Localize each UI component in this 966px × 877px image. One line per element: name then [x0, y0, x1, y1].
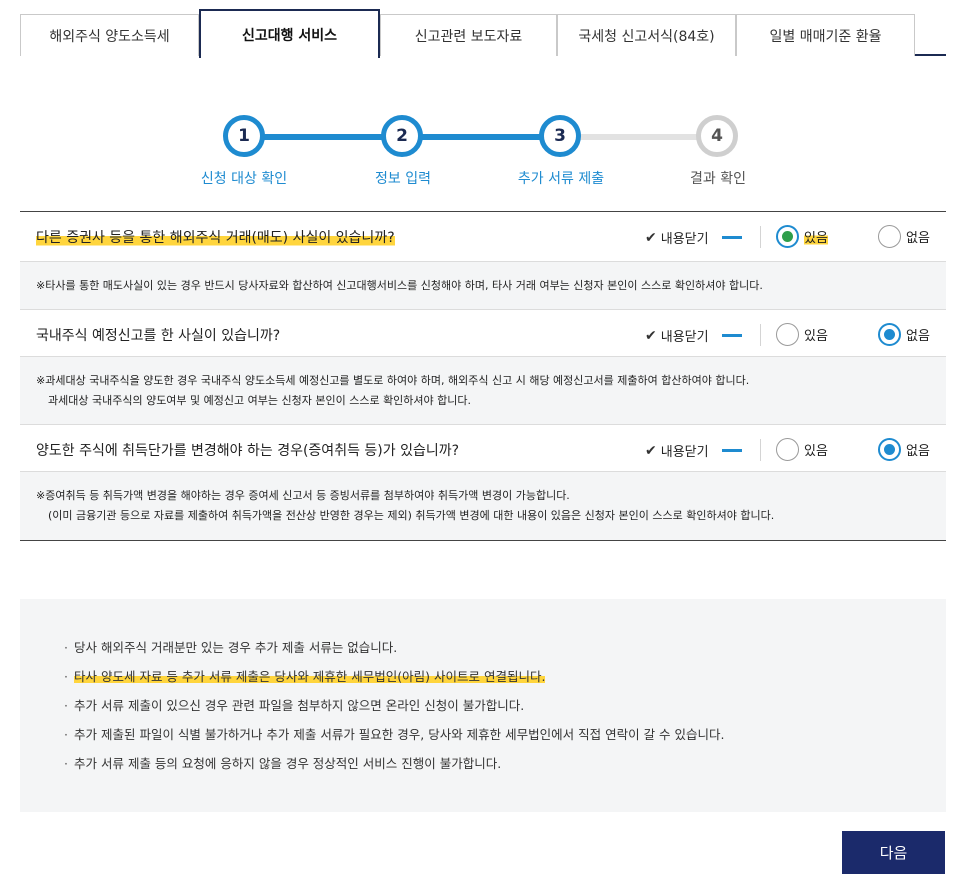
tab-exchange-rates[interactable]: 일별 매매기준 환율	[736, 14, 915, 56]
radio-label-no: 없음	[906, 329, 930, 344]
question-row: 다른 증권사 등을 통한 해외주식 거래(매도) 사실이 있습니까? ✔ 내용닫…	[20, 212, 946, 262]
content-close-toggle[interactable]: ✔ 내용닫기	[645, 228, 709, 248]
minus-icon[interactable]	[722, 334, 742, 337]
note-line: 과세대상 국내주식의 양도여부 및 예정신고 여부는 신청자 본인이 스스로 확…	[48, 394, 472, 407]
radio-no[interactable]: 없음	[878, 225, 930, 248]
step-1-circle: 1	[223, 115, 265, 157]
note-line: ※타사를 통한 매도사실이 있는 경우 반드시 당사자료와 합산하여 신고대행서…	[36, 279, 763, 292]
check-icon: ✔	[645, 442, 657, 459]
progress-stepper: 1 2 3 4 신청 대상 확인 정보 입력 추가 서류 제출 결과 확인	[0, 112, 966, 192]
step-2-label: 정보 입력	[375, 171, 431, 187]
info-item: · 당사 해외주식 거래분만 있는 경우 추가 제출 서류는 없습니다.	[64, 633, 946, 662]
info-text: 추가 서류 제출이 있으신 경우 관련 파일을 첨부하지 않으면 온라인 신청이…	[74, 698, 525, 713]
divider	[760, 226, 761, 248]
question-list: 다른 증권사 등을 통한 해외주식 거래(매도) 사실이 있습니까? ✔ 내용닫…	[20, 211, 946, 541]
question-text: 다른 증권사 등을 통한 해외주식 거래(매도) 사실이 있습니까?	[36, 227, 395, 247]
info-item: · 추가 제출된 파일이 식별 불가하거나 추가 제출 서류가 필요한 경우, 당…	[64, 720, 946, 749]
content-close-toggle[interactable]: ✔ 내용닫기	[645, 441, 709, 461]
divider	[760, 324, 761, 346]
tab-tax-forms[interactable]: 국세청 신고서식(84호)	[557, 14, 736, 56]
info-item: · 추가 서류 제출이 있으신 경우 관련 파일을 첨부하지 않으면 온라인 신청…	[64, 691, 946, 720]
step-3-circle: 3	[539, 115, 581, 157]
question-text: 국내주식 예정신고를 한 사실이 있습니까?	[36, 328, 281, 344]
radio-yes[interactable]: 있음	[776, 225, 828, 248]
radio-label-yes: 있음	[804, 329, 828, 344]
bullet-icon: ·	[64, 756, 68, 771]
tab-filing-service[interactable]: 신고대행 서비스	[199, 9, 380, 58]
radio-label-yes: 있음	[804, 227, 828, 246]
step-4-label: 결과 확인	[690, 171, 746, 187]
radio-yes[interactable]: 있음	[776, 323, 828, 346]
note-line: ※증여취득 등 취득가액 변경을 해야하는 경우 증여세 신고서 등 증빙서류를…	[36, 489, 570, 502]
tab-press-releases[interactable]: 신고관련 보도자료	[380, 14, 557, 56]
radio-circle-yes[interactable]	[776, 225, 799, 248]
question-note: ※타사를 통한 매도사실이 있는 경우 반드시 당사자료와 합산하여 신고대행서…	[20, 262, 946, 310]
info-text: 추가 서류 제출 등의 요청에 응하지 않을 경우 정상적인 서비스 진행이 불…	[74, 756, 502, 771]
radio-circle-no[interactable]	[878, 438, 901, 461]
info-box: · 당사 해외주식 거래분만 있는 경우 추가 제출 서류는 없습니다. · 타사 …	[20, 599, 946, 812]
note-line: (이미 금융기관 등으로 자료를 제출하여 취득가액을 전산상 반영한 경우는 …	[48, 509, 775, 522]
note-line: ※과세대상 국내주식을 양도한 경우 국내주식 양도소득세 예정신고를 별도로 …	[36, 374, 750, 387]
bullet-icon: ·	[64, 698, 68, 713]
bullet-icon: ·	[64, 727, 68, 742]
toggle-label: 내용닫기	[660, 330, 709, 345]
radio-circle-yes[interactable]	[776, 438, 799, 461]
divider	[760, 439, 761, 461]
question-row: 국내주식 예정신고를 한 사실이 있습니까? ✔ 내용닫기 있음 없음	[20, 310, 946, 357]
tab-overseas-capital-gains-tax[interactable]: 해외주식 양도소득세	[20, 14, 199, 56]
check-icon: ✔	[645, 229, 657, 246]
radio-circle-yes[interactable]	[776, 323, 799, 346]
radio-circle-no[interactable]	[878, 225, 901, 248]
info-text: 당사 해외주식 거래분만 있는 경우 추가 제출 서류는 없습니다.	[74, 640, 398, 655]
info-text: 타사 양도세 자료 등 추가 서류 제출은 당사와 제휴한 세무법인(아림) 사…	[74, 669, 546, 684]
radio-label-no: 없음	[906, 231, 930, 246]
radio-yes[interactable]: 있음	[776, 438, 828, 461]
minus-icon[interactable]	[722, 449, 742, 452]
tab-bar: 해외주식 양도소득세 신고대행 서비스 신고관련 보도자료 국세청 신고서식(8…	[20, 9, 946, 58]
info-item: · 타사 양도세 자료 등 추가 서류 제출은 당사와 제휴한 세무법인(아림) …	[64, 662, 946, 691]
toggle-label: 내용닫기	[660, 445, 709, 460]
content-close-toggle[interactable]: ✔ 내용닫기	[645, 326, 709, 346]
radio-no[interactable]: 없음	[878, 323, 930, 346]
info-item: · 추가 서류 제출 등의 요청에 응하지 않을 경우 정상적인 서비스 진행이 …	[64, 749, 946, 778]
question-note: ※증여취득 등 취득가액 변경을 해야하는 경우 증여세 신고서 등 증빙서류를…	[20, 472, 946, 540]
step-1-label: 신청 대상 확인	[200, 171, 288, 187]
minus-icon[interactable]	[722, 236, 742, 239]
question-note: ※과세대상 국내주식을 양도한 경우 국내주식 양도소득세 예정신고를 별도로 …	[20, 357, 946, 425]
radio-label-yes: 있음	[804, 444, 828, 459]
check-icon: ✔	[645, 327, 657, 344]
radio-no[interactable]: 없음	[878, 438, 930, 461]
radio-circle-no[interactable]	[878, 323, 901, 346]
info-text: 추가 제출된 파일이 식별 불가하거나 추가 제출 서류가 필요한 경우, 당사…	[74, 727, 725, 742]
bullet-icon: ·	[64, 640, 68, 655]
stepper-remaining-line	[560, 134, 717, 140]
step-3-label: 추가 서류 제출	[517, 171, 605, 187]
step-4-circle: 4	[696, 115, 738, 157]
toggle-label: 내용닫기	[660, 232, 709, 247]
question-row: 양도한 주식에 취득단가를 변경해야 하는 경우(증여취득 등)가 있습니까? …	[20, 425, 946, 472]
next-button[interactable]: 다음	[842, 831, 945, 874]
step-2-circle: 2	[381, 115, 423, 157]
bullet-icon: ·	[64, 669, 68, 684]
question-text: 양도한 주식에 취득단가를 변경해야 하는 경우(증여취득 등)가 있습니까?	[36, 443, 460, 459]
radio-label-no: 없음	[906, 444, 930, 459]
